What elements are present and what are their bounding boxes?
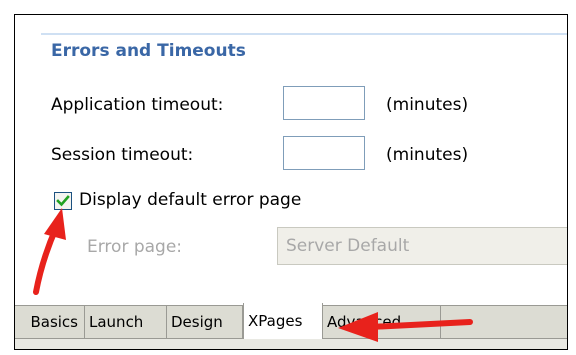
section-divider bbox=[41, 33, 567, 35]
section-title: Errors and Timeouts bbox=[51, 41, 246, 61]
tab-xpages[interactable]: XPages bbox=[243, 303, 323, 340]
error-page-field: Server Default bbox=[277, 227, 567, 265]
session-timeout-input[interactable] bbox=[283, 136, 365, 170]
editor-tab-bar: Basics Launch Design Advanced XPages bbox=[15, 303, 567, 340]
tab-basics[interactable]: Basics bbox=[15, 306, 85, 338]
session-timeout-unit: (minutes) bbox=[386, 145, 469, 165]
checkmark-icon bbox=[56, 195, 70, 207]
error-page-label: Error page: bbox=[87, 237, 183, 257]
tab-launch[interactable]: Launch bbox=[85, 306, 167, 338]
application-timeout-unit: (minutes) bbox=[386, 95, 469, 115]
session-timeout-label: Session timeout: bbox=[51, 145, 194, 165]
tab-design[interactable]: Design bbox=[167, 306, 243, 338]
application-timeout-input[interactable] bbox=[283, 86, 365, 120]
tab-advanced[interactable]: Advanced bbox=[323, 306, 441, 338]
display-default-error-checkbox[interactable] bbox=[54, 192, 72, 210]
display-default-error-label[interactable]: Display default error page bbox=[79, 190, 301, 210]
panel-bottom-strip bbox=[15, 339, 567, 349]
application-properties-panel: Errors and Timeouts Application timeout:… bbox=[14, 14, 568, 350]
application-timeout-label: Application timeout: bbox=[51, 95, 224, 115]
